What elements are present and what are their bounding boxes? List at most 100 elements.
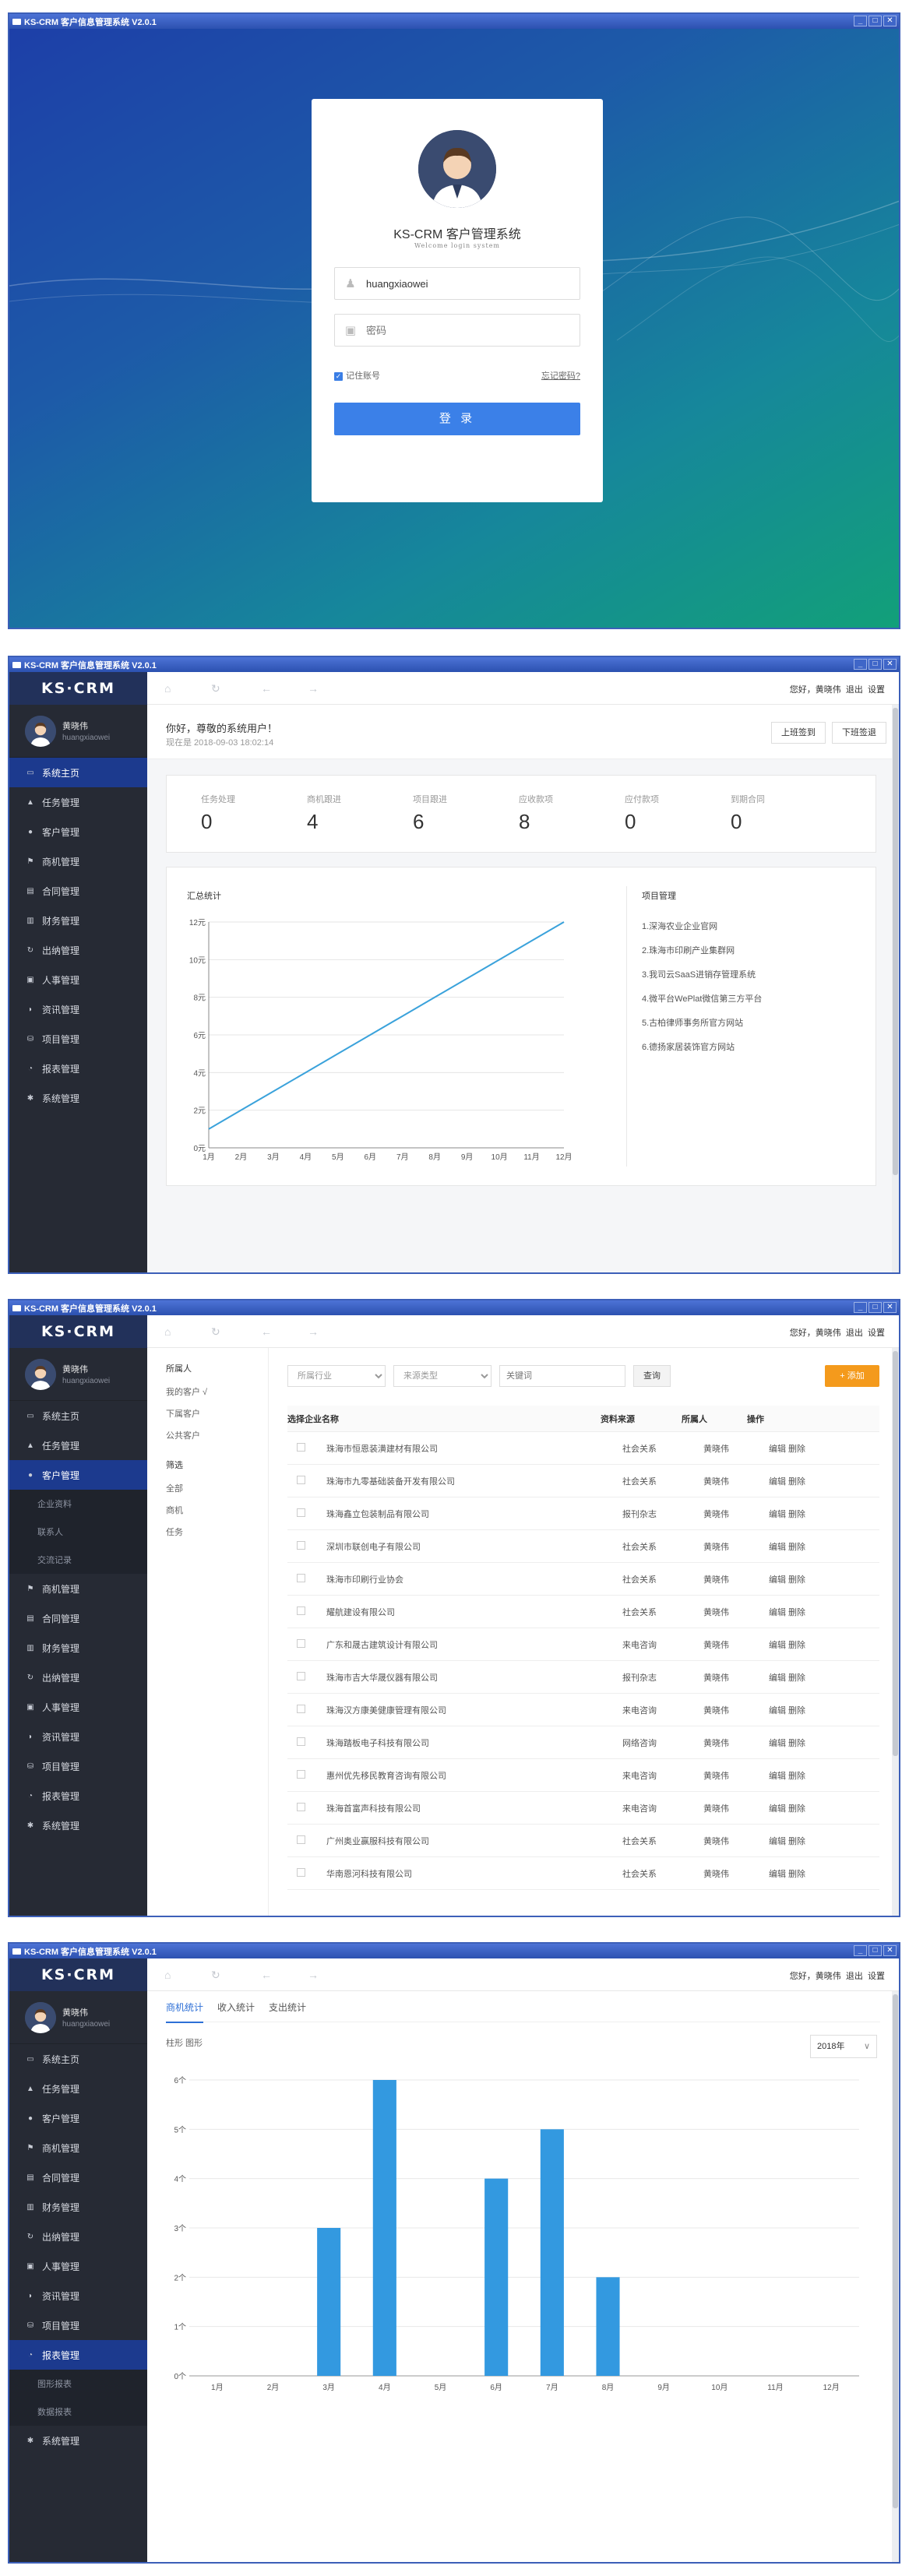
maximize-button[interactable]: □ [868, 659, 882, 670]
filter-subordinate-customers[interactable]: 下属客户 [166, 1407, 268, 1420]
company-name[interactable]: 珠海汉方康美健康管理有限公司 [326, 1704, 622, 1716]
sidebar-item-home[interactable]: ▭ 系统主页 [9, 2044, 147, 2074]
filter-all[interactable]: 全部 [166, 1482, 268, 1494]
sidebar-item-projects[interactable]: ⛁ 项目管理 [9, 2310, 147, 2340]
back-arrow-icon[interactable]: ← [261, 1969, 272, 1981]
row-actions[interactable]: 编辑 删除 [769, 1802, 847, 1814]
table-row[interactable]: 珠海市吉大华晟仪器有限公司 报刊杂志 黄晓伟 编辑 删除 [287, 1661, 879, 1694]
source-select[interactable]: 来源类型 [393, 1365, 491, 1387]
sidebar-item-cashier[interactable]: ↻ 出纳管理 [9, 1663, 147, 1692]
table-row[interactable]: 耀航建设有限公司 社会关系 黄晓伟 编辑 删除 [287, 1596, 879, 1628]
sidebar-item-finance[interactable]: ▥ 财务管理 [9, 906, 147, 935]
company-name[interactable]: 广州奥业赢服科技有限公司 [326, 1835, 622, 1847]
filter-opportunity[interactable]: 商机 [166, 1504, 268, 1516]
sidebar-item-projects[interactable]: ⛁ 项目管理 [9, 1751, 147, 1781]
row-actions[interactable]: 编辑 删除 [769, 1573, 847, 1585]
year-select[interactable]: 2018年 ∨ [810, 2035, 877, 2058]
table-row[interactable]: 珠海踏板电子科技有限公司 网络咨询 黄晓伟 编辑 删除 [287, 1726, 879, 1759]
refresh-icon[interactable]: ↻ [211, 1969, 220, 1982]
tab-opportunity-stats[interactable]: 商机统计 [166, 2001, 204, 2023]
sidebar-item-tasks[interactable]: ▲ 任务管理 [9, 1431, 147, 1460]
back-arrow-icon[interactable]: ← [261, 1325, 272, 1338]
settings-link[interactable]: 设置 [868, 685, 885, 695]
row-checkbox[interactable] [297, 1638, 305, 1648]
project-link[interactable]: 2.珠海市印刷产业集群网 [642, 944, 762, 956]
sidebar-item-projects[interactable]: ⛁ 项目管理 [9, 1024, 147, 1054]
minimize-button[interactable]: _ [854, 16, 867, 26]
table-row[interactable]: 珠海市恒恩装潢建材有限公司 社会关系 黄晓伟 编辑 删除 [287, 1432, 879, 1465]
row-actions[interactable]: 编辑 删除 [769, 1835, 847, 1847]
refresh-icon[interactable]: ↻ [211, 1325, 220, 1339]
stat-opportunities[interactable]: 商机跟进 4 [307, 793, 385, 834]
sidebar-item-hr[interactable]: ▣ 人事管理 [9, 2251, 147, 2281]
table-row[interactable]: 深圳市联创电子有限公司 社会关系 黄晓伟 编辑 删除 [287, 1530, 879, 1563]
logout-link[interactable]: 退出 [846, 685, 863, 695]
forgot-password-link[interactable]: 忘记密码? [541, 369, 580, 382]
row-actions[interactable]: 编辑 删除 [769, 1769, 847, 1782]
company-name[interactable]: 珠海踏板电子科技有限公司 [326, 1737, 622, 1749]
maximize-button[interactable]: □ [868, 1945, 882, 1956]
table-row[interactable]: 珠海首富声科技有限公司 来电咨询 黄晓伟 编辑 删除 [287, 1792, 879, 1825]
remember-checkbox[interactable]: ✓ 记住账号 [334, 369, 380, 382]
table-row[interactable]: 广州奥业赢服科技有限公司 社会关系 黄晓伟 编辑 删除 [287, 1825, 879, 1857]
username-field[interactable]: ♟ [334, 267, 580, 300]
sidebar-item-customers[interactable]: ● 客户管理 [9, 2103, 147, 2133]
sidebar-item-home[interactable]: ▭ 系统主页 [9, 1401, 147, 1431]
back-arrow-icon[interactable]: ← [261, 682, 272, 695]
forward-arrow-icon[interactable]: → [308, 682, 319, 695]
row-checkbox[interactable] [297, 1737, 305, 1746]
project-link[interactable]: 4.微平台WePlat微信第三方平台 [642, 992, 762, 1005]
password-input[interactable] [366, 324, 580, 336]
close-button[interactable]: ✕ [883, 1945, 897, 1956]
password-field[interactable]: ▣ [334, 314, 580, 347]
sidebar-item-opportunities[interactable]: ⚑ 商机管理 [9, 1574, 147, 1603]
row-checkbox[interactable] [297, 1802, 305, 1811]
row-actions[interactable]: 编辑 删除 [769, 1704, 847, 1716]
scrollbar[interactable] [892, 1348, 899, 1916]
submenu-item-company[interactable]: 企业资料 [9, 1490, 147, 1518]
sidebar-item-opportunities[interactable]: ⚑ 商机管理 [9, 2133, 147, 2163]
logout-link[interactable]: 退出 [846, 1328, 863, 1338]
sidebar-item-finance[interactable]: ▥ 财务管理 [9, 1633, 147, 1663]
maximize-button[interactable]: □ [868, 1302, 882, 1313]
table-row[interactable]: 珠海市印刷行业协会 社会关系 黄晓伟 编辑 删除 [287, 1563, 879, 1596]
company-name[interactable]: 广东和晟古建筑设计有限公司 [326, 1638, 622, 1651]
sidebar-item-home[interactable]: ▭ 系统主页 [9, 758, 147, 787]
maximize-button[interactable]: □ [868, 16, 882, 26]
sidebar-item-reports[interactable]: ◔ 报表管理 [9, 1054, 147, 1083]
tab-income-stats[interactable]: 收入统计 [217, 2001, 255, 2014]
stat-expiring-contracts[interactable]: 到期合同 0 [731, 793, 809, 834]
company-name[interactable]: 耀航建设有限公司 [326, 1606, 622, 1618]
sidebar-item-customers[interactable]: ● 客户管理 [9, 817, 147, 846]
filter-public-customers[interactable]: 公共客户 [166, 1429, 268, 1441]
sidebar-item-system[interactable]: ✱ 系统管理 [9, 1083, 147, 1113]
stat-payable[interactable]: 应付款项 0 [625, 793, 703, 834]
sidebar-item-news[interactable]: ◗ 资讯管理 [9, 994, 147, 1024]
company-name[interactable]: 华南恩河科技有限公司 [326, 1867, 622, 1880]
table-row[interactable]: 惠州优先移民教育咨询有限公司 来电咨询 黄晓伟 编辑 删除 [287, 1759, 879, 1792]
row-checkbox[interactable] [297, 1606, 305, 1615]
company-name[interactable]: 珠海市印刷行业协会 [326, 1573, 622, 1585]
username-input[interactable] [366, 277, 580, 290]
sidebar-item-system[interactable]: ✱ 系统管理 [9, 1811, 147, 1840]
company-name[interactable]: 惠州优先移民教育咨询有限公司 [326, 1769, 622, 1782]
sidebar-item-hr[interactable]: ▣ 人事管理 [9, 1692, 147, 1722]
keyword-input[interactable] [499, 1365, 625, 1387]
sidebar-item-opportunities[interactable]: ⚑ 商机管理 [9, 846, 147, 876]
row-checkbox[interactable] [297, 1508, 305, 1517]
row-checkbox[interactable] [297, 1573, 305, 1582]
sidebar-item-reports[interactable]: ◔ 报表管理 [9, 1781, 147, 1811]
checkout-button[interactable]: 下班签退 [832, 722, 886, 744]
row-checkbox[interactable] [297, 1475, 305, 1484]
scrollbar[interactable] [892, 705, 899, 1272]
row-actions[interactable]: 编辑 删除 [769, 1475, 847, 1487]
login-button[interactable]: 登 录 [334, 403, 580, 435]
home-icon[interactable]: ⌂ [164, 1325, 171, 1338]
close-button[interactable]: ✕ [883, 16, 897, 26]
submenu-item-contacts[interactable]: 联系人 [9, 1518, 147, 1546]
sidebar-item-news[interactable]: ◗ 资讯管理 [9, 2281, 147, 2310]
scrollbar-thumb[interactable] [893, 708, 898, 1175]
company-name[interactable]: 深圳市联创电子有限公司 [326, 1540, 622, 1553]
logout-link[interactable]: 退出 [846, 1972, 863, 1981]
scrollbar[interactable] [892, 1991, 899, 2562]
